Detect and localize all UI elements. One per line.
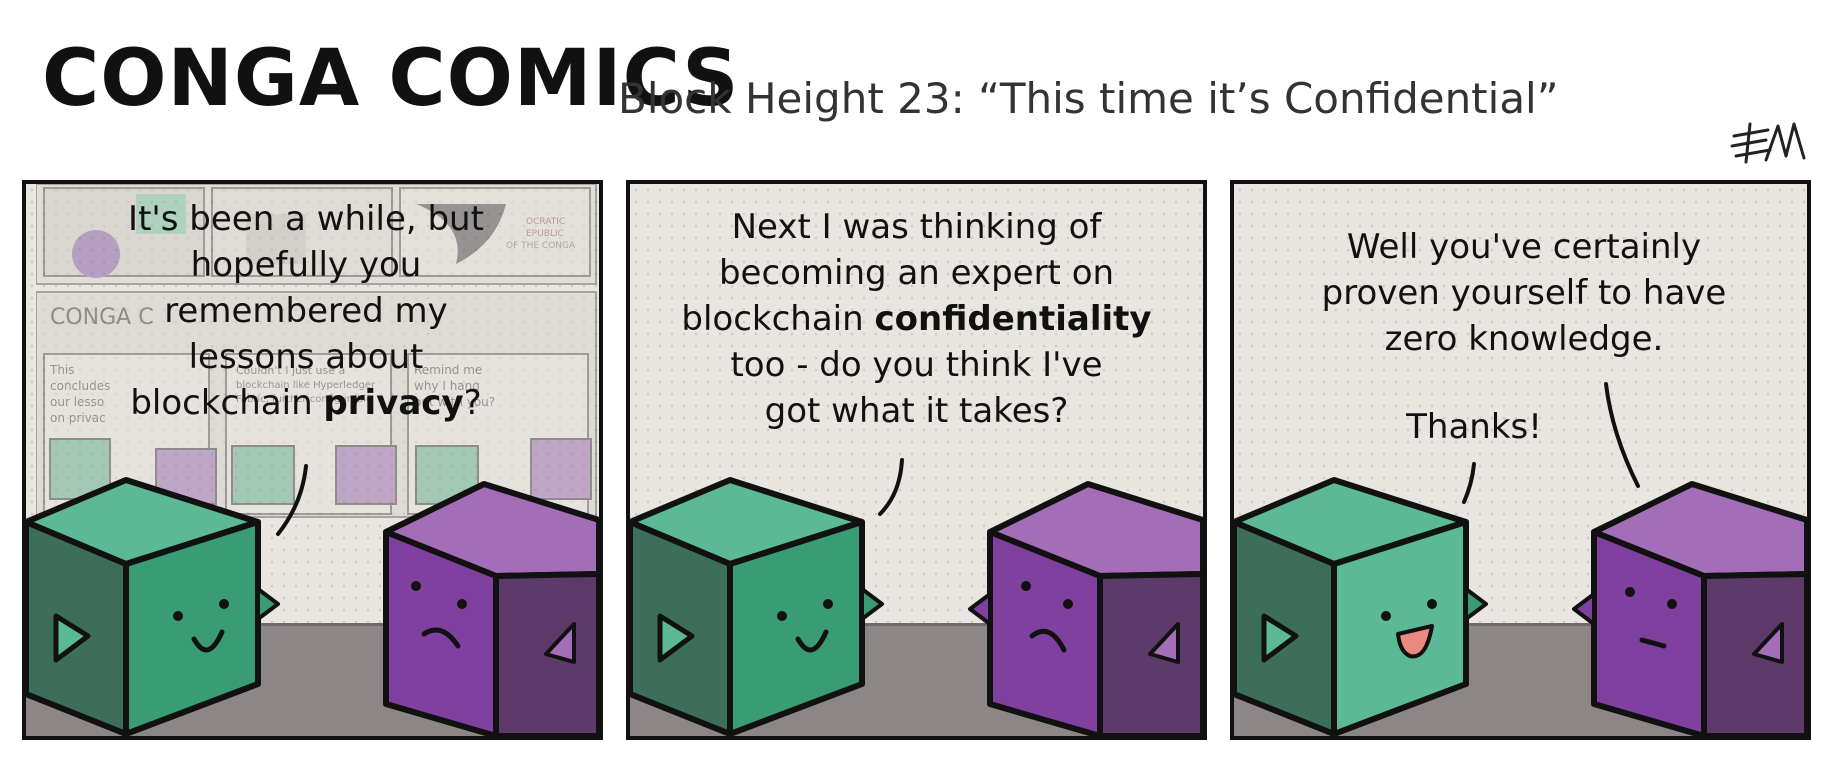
speech-line: zero knowledge. bbox=[1384, 319, 1664, 359]
comic-panel-2: Next I was thinking of becoming an exper… bbox=[626, 180, 1207, 740]
purple-cube-character bbox=[968, 481, 1203, 736]
purple-cube-character bbox=[383, 481, 599, 736]
speech-line: Next I was thinking of bbox=[731, 207, 1102, 247]
speech-line: Thanks! bbox=[1406, 407, 1542, 447]
speech-line: got what it takes? bbox=[764, 391, 1069, 431]
speech-line: too - do you think I've bbox=[730, 345, 1103, 385]
green-cube-character bbox=[630, 477, 884, 736]
speech-bubble-tail bbox=[1604, 382, 1640, 488]
comic-panel-1: CONGA C This concludes our lesso on priv… bbox=[22, 180, 603, 740]
speech-text: blockchain bbox=[681, 299, 875, 339]
speech-line: hopefully you bbox=[190, 245, 422, 285]
speech-text: blockchain bbox=[130, 383, 324, 423]
emphasis-text: privacy bbox=[323, 383, 464, 423]
speech-line: proven yourself to have bbox=[1321, 273, 1727, 313]
artist-signature-icon bbox=[1730, 122, 1806, 164]
speech-line: It's been a while, but bbox=[128, 199, 484, 239]
speech-bubble: Next I was thinking of becoming an exper… bbox=[640, 204, 1193, 434]
comic-panel-3: Well you've certainly proven yourself to… bbox=[1230, 180, 1811, 740]
speech-bubble-tail bbox=[276, 464, 308, 536]
speech-line: blockchain confidentiality bbox=[640, 296, 1193, 342]
speech-text: ? bbox=[463, 383, 482, 423]
comic-subtitle: Block Height 23: “This time it’s Confide… bbox=[618, 74, 1559, 123]
speech-line: lessons about bbox=[188, 337, 424, 377]
speech-bubble-tail bbox=[878, 458, 904, 516]
green-cube-character bbox=[1234, 477, 1488, 736]
speech-line: blockchain privacy? bbox=[66, 380, 546, 426]
speech-bubble-green: Thanks! bbox=[1374, 404, 1574, 450]
purple-cube-character bbox=[1572, 481, 1807, 736]
speech-bubble: It's been a while, but hopefully you rem… bbox=[66, 196, 546, 426]
green-cube-character bbox=[26, 477, 280, 736]
speech-bubble-purple: Well you've certainly proven yourself to… bbox=[1274, 224, 1774, 362]
emphasis-text: confidentiality bbox=[874, 299, 1152, 339]
speech-line: remembered my bbox=[164, 291, 448, 331]
speech-line: Well you've certainly bbox=[1346, 227, 1702, 267]
speech-line: becoming an expert on bbox=[718, 253, 1115, 293]
speech-bubble-tail bbox=[1462, 462, 1476, 504]
